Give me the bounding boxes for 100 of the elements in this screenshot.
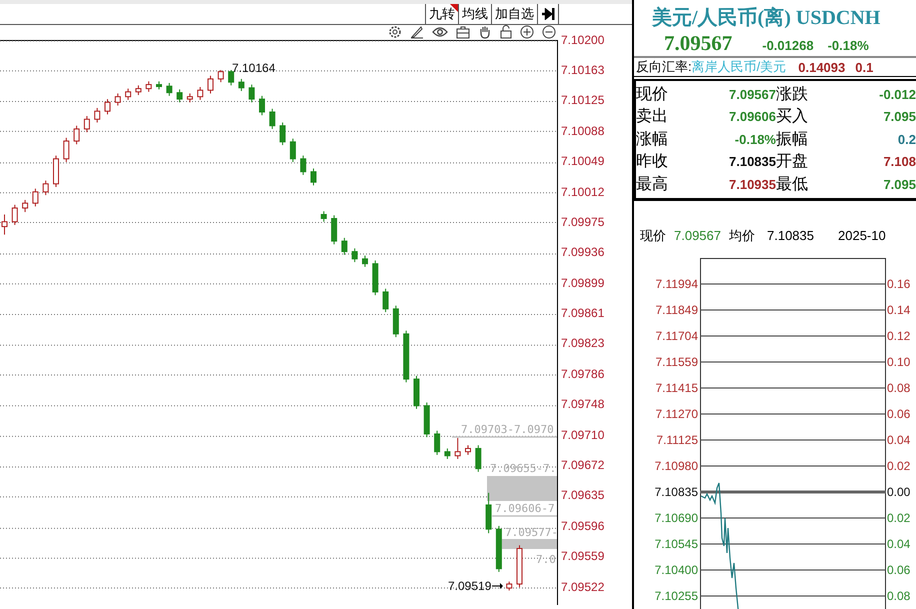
candle (146, 80, 152, 92)
price-axis-label: 7.09635 (561, 488, 604, 502)
toolbar-button[interactable]: 九转 (425, 4, 458, 24)
price-change: -0.01268 (762, 38, 814, 53)
quote-label: 涨幅 (636, 130, 668, 150)
low-price-label: 7.09519 (448, 578, 492, 593)
candle (496, 525, 502, 572)
collapse-panel-icon[interactable] (537, 4, 559, 24)
candle (414, 374, 420, 409)
arrow-icon (492, 582, 503, 589)
quote-label: 最高 (636, 174, 668, 195)
price-axis-label: 7.09748 (561, 397, 604, 412)
candle (290, 138, 296, 162)
candle (125, 88, 132, 100)
price-axis-label: 7.09596 (561, 518, 604, 533)
summary-label: 均价 (729, 226, 755, 244)
price-axis-label: 7.10400 (654, 562, 698, 576)
price-axis-label: 7.10255 (654, 588, 698, 602)
candle (475, 444, 482, 472)
price-axis-label: 7.09672 (561, 458, 604, 472)
quote-label: 振幅 (776, 130, 809, 150)
candle (176, 88, 183, 102)
candle (392, 304, 399, 338)
instrument-title: 美元/人民币(离) USDCNH (650, 6, 882, 31)
settings-icon[interactable] (388, 25, 402, 40)
reverse-rate-label: 反向汇率: (636, 58, 692, 76)
gap-zone (502, 538, 557, 549)
quote-value: 7.10835 (728, 154, 776, 170)
lock-icon[interactable] (500, 25, 512, 40)
average-price: 7.10835 (767, 228, 814, 243)
candle (454, 437, 461, 460)
gap-line (492, 514, 557, 516)
price-axis-label: 7.11270 (656, 406, 698, 420)
candle (362, 254, 368, 267)
reverse-rate-change: 0.1 (855, 60, 874, 74)
gap-label: 7.09577- (505, 526, 558, 539)
quote-value: 7.108 (882, 154, 916, 170)
zoom-out-icon[interactable] (542, 25, 556, 40)
percent-axis-label: 0.08 (887, 588, 910, 602)
price-axis-label: 7.11994 (656, 276, 698, 290)
candle (269, 108, 276, 130)
price-axis-label: 7.09899 (561, 276, 604, 290)
candle (53, 154, 59, 188)
candle (280, 122, 286, 146)
eye-icon[interactable] (432, 26, 448, 38)
quote-value: 7.09567 (728, 86, 776, 102)
candle (22, 199, 28, 212)
quote-label: 卖出 (636, 106, 668, 128)
candle (218, 69, 224, 82)
summary-label: 现价 (640, 226, 666, 244)
price-axis-label: 7.11849 (656, 302, 698, 316)
candle (238, 78, 244, 92)
candle (382, 288, 389, 312)
price-axis-label: 7.10163 (561, 62, 604, 77)
percent-axis-label: 0.12 (887, 328, 910, 342)
price-axis-label: 7.09936 (561, 245, 604, 260)
price-axis-label: 7.10690 (654, 510, 698, 524)
candle (156, 80, 162, 90)
price-axis-label: 7.09559 (561, 549, 604, 564)
candle (104, 98, 110, 114)
percent-axis-label: 0.02 (887, 458, 910, 472)
candle (84, 115, 90, 132)
gap-label: 7.09606-7 (495, 502, 555, 515)
candle (248, 84, 255, 102)
gap-label: 7.09655-7. (490, 462, 556, 475)
price-axis-label: 7.09786 (561, 366, 604, 381)
hand-icon[interactable] (478, 25, 492, 40)
toolbar-button[interactable]: 加自选 (491, 4, 537, 24)
candle (228, 69, 234, 86)
candle (352, 247, 358, 262)
candle (320, 210, 327, 222)
candle (310, 168, 316, 186)
candle (32, 188, 38, 206)
price-axis-label: 7.10125 (561, 93, 604, 108)
price-axis-label: 7.09823 (561, 336, 604, 350)
percent-axis-label: 0.16 (887, 276, 910, 290)
price-axis-label: 7.10200 (561, 32, 604, 47)
percent-axis-label: 0.04 (887, 536, 910, 550)
candle (516, 544, 522, 588)
price-axis-label: 7.10012 (561, 184, 604, 199)
candle (434, 430, 440, 455)
quote-value: 7.09606 (728, 109, 776, 124)
quote-label: 最低 (776, 174, 809, 195)
date-text: 2025-10 (838, 228, 886, 243)
gap-label: 7.0 (536, 552, 556, 566)
high-price-label: 7.10164 (232, 60, 276, 75)
candle (63, 136, 70, 162)
price-axis-label: 7.09861 (561, 306, 604, 320)
candle (506, 580, 512, 591)
pen-icon[interactable] (410, 25, 424, 40)
percent-axis-label: 0.00 (887, 484, 910, 498)
reverse-rate-value: 0.14093 (798, 60, 846, 74)
price-axis-label: 7.09522 (561, 580, 604, 594)
zoom-in-icon[interactable] (520, 25, 534, 40)
quote-value: -0.012 (878, 86, 916, 102)
candle (372, 260, 378, 296)
percent-axis-label: 0.06 (887, 406, 910, 420)
toolbox-icon[interactable] (456, 25, 470, 40)
quote-label: 涨跌 (776, 84, 809, 105)
price-axis-label: 7.11559 (656, 354, 698, 368)
